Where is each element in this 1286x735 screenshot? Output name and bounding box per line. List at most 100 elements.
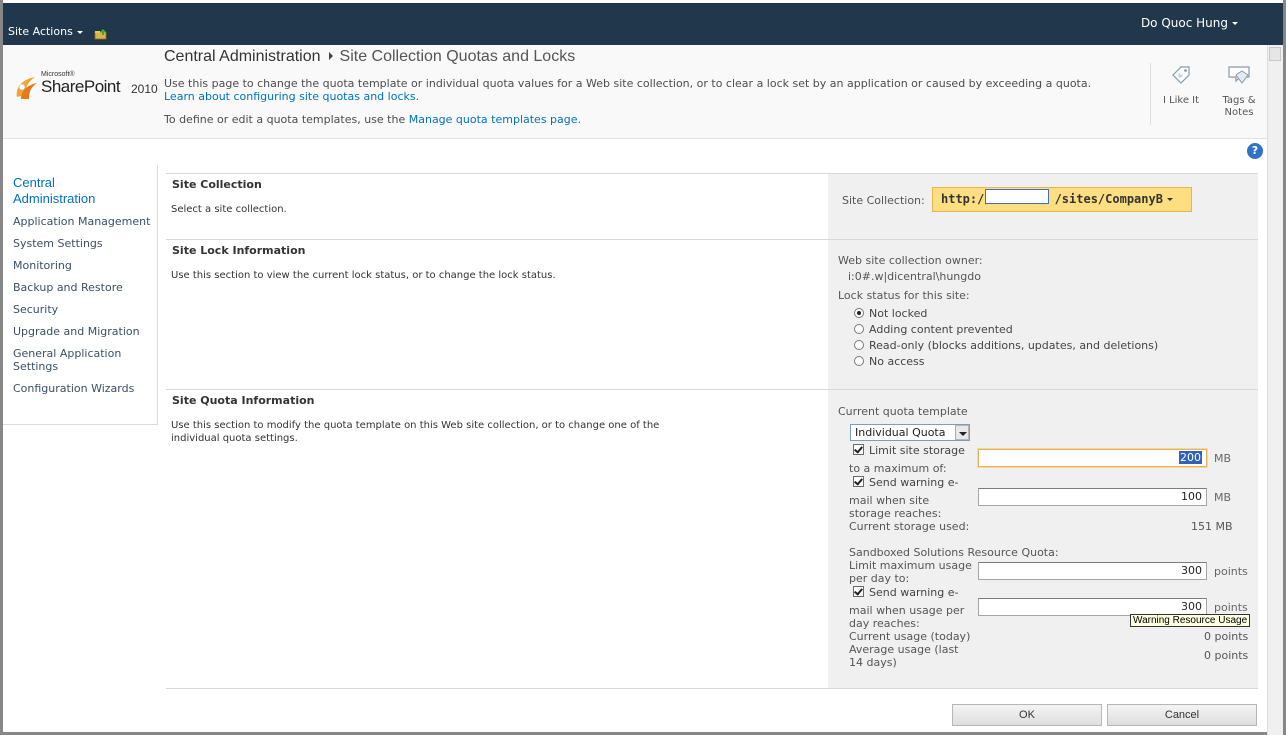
section-text: Use this section to modify the quota tem… <box>171 419 659 445</box>
sharepoint-logo-icon <box>16 77 37 99</box>
page-title: Site Collection Quotas and Locks <box>339 48 576 65</box>
quota-template-label: Current quota template <box>838 405 968 418</box>
tags-label-line2: Notes <box>1224 107 1254 118</box>
section-description: Site Lock Information Use this section t… <box>166 240 828 389</box>
quota-template-select[interactable]: Individual Quota <box>850 424 970 441</box>
radio-button[interactable] <box>854 308 864 318</box>
owner-value: i:0#.w|dicentral\hungdo <box>848 270 981 283</box>
nav-list: Application Management System Settings M… <box>13 215 158 404</box>
radio-button[interactable] <box>854 324 864 334</box>
radio-read-only[interactable]: Read-only (blocks additions, updates, an… <box>854 339 1158 352</box>
radio-label: Adding content prevented <box>869 323 1013 336</box>
tags-notes-icon <box>1228 66 1250 84</box>
limit-storage-checkbox[interactable]: Limit site storage <box>853 444 965 457</box>
warn-storage-label-b: mail when site <box>849 494 930 507</box>
points-unit: points <box>1214 565 1248 578</box>
cancel-button[interactable]: Cancel <box>1107 704 1257 726</box>
quota-template-value: Individual Quota <box>855 426 946 439</box>
redaction-box <box>985 189 1049 204</box>
navigate-up-icon[interactable] <box>94 28 108 40</box>
breadcrumb: Central Administration Site Collection Qu… <box>164 48 575 66</box>
average-usage-label-a: Average usage (last <box>849 643 959 656</box>
mb-unit: MB <box>1214 452 1232 465</box>
section-site-quota: Site Quota Information Use this section … <box>166 389 1258 689</box>
section-controls: Web site collection owner: i:0#.w|dicent… <box>828 240 1258 389</box>
radio-adding-content-prevented[interactable]: Adding content prevented <box>854 323 1013 336</box>
nav-item-system-settings[interactable]: System Settings <box>13 237 158 250</box>
site-collection-picker[interactable]: http:// /sites/CompanyB <box>932 187 1192 212</box>
section-site-collection: Site Collection Select a site collection… <box>166 173 1258 239</box>
tags-label-line1: Tags & <box>1222 95 1256 106</box>
logo-product: SharePoint <box>41 77 121 96</box>
section-title: Site Quota Information <box>172 394 315 407</box>
radio-no-access[interactable]: No access <box>854 355 925 368</box>
radio-button[interactable] <box>854 356 864 366</box>
section-title: Site Collection <box>172 178 262 191</box>
warn-storage-label-c: storage reaches: <box>849 507 942 520</box>
warning-storage-value: 100 <box>1181 490 1202 503</box>
radio-label: No access <box>869 355 925 368</box>
checkbox[interactable] <box>853 586 864 597</box>
page-description: Use this page to change the quota templa… <box>164 77 1144 103</box>
nav-item-monitoring[interactable]: Monitoring <box>13 259 158 272</box>
max-storage-input[interactable]: 200 <box>978 449 1207 467</box>
breadcrumb-home[interactable]: Central Administration <box>164 48 321 65</box>
checkbox[interactable] <box>853 476 864 487</box>
logo-year: 2010 <box>131 82 158 96</box>
tags-notes-button[interactable]: Tags & Notes <box>1215 63 1263 119</box>
radio-not-locked[interactable]: Not locked <box>854 307 927 320</box>
section-description: Site Quota Information Use this section … <box>166 390 828 688</box>
current-usage-label: Current usage (today) <box>849 630 971 643</box>
nav-item-security[interactable]: Security <box>13 303 158 316</box>
checkbox-label: Limit site storage <box>869 444 965 457</box>
site-actions-menu[interactable]: Site Actions <box>8 25 83 38</box>
chevron-down-icon <box>76 30 83 34</box>
social-buttons: I Like It Tags & Notes <box>1150 63 1267 125</box>
send-warning-usage-checkbox[interactable]: Send warning e- <box>853 586 958 599</box>
ribbon-bar: Site Actions Do Quoc Hung <box>3 3 1283 45</box>
lock-status-label: Lock status for this site: <box>838 289 970 302</box>
current-usage-value: 0 points <box>1204 630 1249 643</box>
section-title: Site Lock Information <box>172 244 306 257</box>
chevron-down-icon <box>1166 198 1173 201</box>
description-suffix: . <box>577 113 582 126</box>
warning-storage-input[interactable]: 100 <box>978 488 1207 506</box>
section-text: Select a site collection. <box>171 204 287 215</box>
user-menu[interactable]: Do Quoc Hung <box>1141 16 1238 30</box>
nav-item-backup-restore[interactable]: Backup and Restore <box>13 281 158 294</box>
radio-button[interactable] <box>854 340 864 350</box>
nav-item-configuration-wizards[interactable]: Configuration Wizards <box>13 382 158 395</box>
max-usage-label-a: Limit maximum usage <box>849 559 972 572</box>
send-warning-storage-checkbox[interactable]: Send warning e- <box>853 476 958 489</box>
section-controls: Current quota template Individual Quota … <box>828 390 1258 688</box>
manage-quota-templates-link[interactable]: Manage quota templates page <box>409 113 578 126</box>
points-unit: points <box>1214 601 1248 614</box>
radio-label: Not locked <box>869 307 928 320</box>
scrollbar-thumb[interactable] <box>1269 47 1281 61</box>
section-site-lock: Site Lock Information Use this section t… <box>166 239 1258 389</box>
checkbox-label: Send warning e- <box>869 476 959 489</box>
description-text: Use this page to change the quota templa… <box>164 77 1092 90</box>
title-area: Microsoft® SharePoint 2010 Central Admin… <box>3 45 1267 139</box>
ok-button[interactable]: OK <box>952 704 1102 726</box>
i-like-it-button[interactable]: I Like It <box>1159 63 1203 107</box>
user-name: Do Quoc Hung <box>1140 16 1228 30</box>
section-description: Site Collection Select a site collection… <box>166 174 828 239</box>
site-url-prefix: http:// <box>941 192 992 206</box>
nav-item-upgrade-migration[interactable]: Upgrade and Migration <box>13 325 158 338</box>
checkbox[interactable] <box>853 444 864 455</box>
help-icon[interactable]: ? <box>1247 143 1263 159</box>
chevron-down-icon[interactable] <box>955 425 969 440</box>
section-text: Use this section to view the current loc… <box>171 270 556 281</box>
site-actions-label: Site Actions <box>8 25 73 38</box>
vertical-scrollbar[interactable] <box>1267 45 1283 735</box>
warning-usage-value: 300 <box>1181 600 1202 613</box>
nav-item-application-management[interactable]: Application Management <box>13 215 158 228</box>
description-prefix: To define or edit a quota templates, use… <box>164 113 409 126</box>
sharepoint-logo: Microsoft® SharePoint 2010 <box>13 71 158 103</box>
nav-item-general-settings[interactable]: General Application Settings <box>13 347 133 373</box>
learn-more-link[interactable]: Learn about configuring site quotas and … <box>164 90 419 103</box>
chevron-down-icon <box>1232 22 1238 25</box>
nav-heading-central-admin[interactable]: Central Administration <box>13 175 123 207</box>
max-usage-input[interactable]: 300 <box>978 562 1207 580</box>
